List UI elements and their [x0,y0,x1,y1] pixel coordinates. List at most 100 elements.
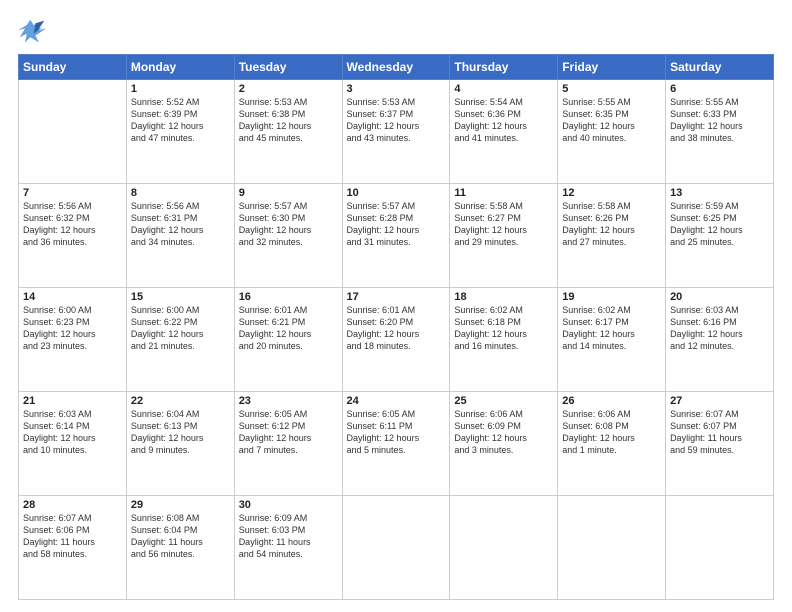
day-info: Sunrise: 5:53 AM Sunset: 6:37 PM Dayligh… [347,96,446,145]
day-cell: 7Sunrise: 5:56 AM Sunset: 6:32 PM Daylig… [19,184,127,288]
day-cell: 17Sunrise: 6:01 AM Sunset: 6:20 PM Dayli… [342,288,450,392]
day-info: Sunrise: 5:58 AM Sunset: 6:27 PM Dayligh… [454,200,553,249]
day-info: Sunrise: 6:07 AM Sunset: 6:06 PM Dayligh… [23,512,122,561]
day-cell: 23Sunrise: 6:05 AM Sunset: 6:12 PM Dayli… [234,392,342,496]
day-number: 13 [670,187,769,199]
day-number: 6 [670,83,769,95]
day-cell [450,496,558,600]
day-cell: 24Sunrise: 6:05 AM Sunset: 6:11 PM Dayli… [342,392,450,496]
day-cell: 14Sunrise: 6:00 AM Sunset: 6:23 PM Dayli… [19,288,127,392]
day-info: Sunrise: 5:53 AM Sunset: 6:38 PM Dayligh… [239,96,338,145]
day-cell: 18Sunrise: 6:02 AM Sunset: 6:18 PM Dayli… [450,288,558,392]
day-info: Sunrise: 6:06 AM Sunset: 6:08 PM Dayligh… [562,408,661,457]
day-number: 8 [131,187,230,199]
day-info: Sunrise: 5:59 AM Sunset: 6:25 PM Dayligh… [670,200,769,249]
day-cell: 20Sunrise: 6:03 AM Sunset: 6:16 PM Dayli… [666,288,774,392]
day-cell: 2Sunrise: 5:53 AM Sunset: 6:38 PM Daylig… [234,80,342,184]
day-info: Sunrise: 6:07 AM Sunset: 6:07 PM Dayligh… [670,408,769,457]
day-cell: 13Sunrise: 5:59 AM Sunset: 6:25 PM Dayli… [666,184,774,288]
day-cell: 1Sunrise: 5:52 AM Sunset: 6:39 PM Daylig… [126,80,234,184]
day-cell: 3Sunrise: 5:53 AM Sunset: 6:37 PM Daylig… [342,80,450,184]
day-info: Sunrise: 6:03 AM Sunset: 6:16 PM Dayligh… [670,304,769,353]
day-info: Sunrise: 6:05 AM Sunset: 6:12 PM Dayligh… [239,408,338,457]
day-info: Sunrise: 5:55 AM Sunset: 6:35 PM Dayligh… [562,96,661,145]
day-info: Sunrise: 6:08 AM Sunset: 6:04 PM Dayligh… [131,512,230,561]
weekday-monday: Monday [126,55,234,80]
weekday-header-row: SundayMondayTuesdayWednesdayThursdayFrid… [19,55,774,80]
day-number: 10 [347,187,446,199]
day-number: 17 [347,291,446,303]
weekday-tuesday: Tuesday [234,55,342,80]
day-number: 30 [239,499,338,511]
weekday-thursday: Thursday [450,55,558,80]
day-info: Sunrise: 6:02 AM Sunset: 6:18 PM Dayligh… [454,304,553,353]
day-number: 26 [562,395,661,407]
week-row-2: 7Sunrise: 5:56 AM Sunset: 6:32 PM Daylig… [19,184,774,288]
day-number: 28 [23,499,122,511]
logo-icon [18,18,46,46]
day-number: 5 [562,83,661,95]
day-cell: 19Sunrise: 6:02 AM Sunset: 6:17 PM Dayli… [558,288,666,392]
day-info: Sunrise: 6:09 AM Sunset: 6:03 PM Dayligh… [239,512,338,561]
week-row-1: 1Sunrise: 5:52 AM Sunset: 6:39 PM Daylig… [19,80,774,184]
day-number: 25 [454,395,553,407]
day-number: 21 [23,395,122,407]
day-info: Sunrise: 5:58 AM Sunset: 6:26 PM Dayligh… [562,200,661,249]
day-info: Sunrise: 6:03 AM Sunset: 6:14 PM Dayligh… [23,408,122,457]
day-cell: 9Sunrise: 5:57 AM Sunset: 6:30 PM Daylig… [234,184,342,288]
day-number: 16 [239,291,338,303]
day-info: Sunrise: 6:00 AM Sunset: 6:23 PM Dayligh… [23,304,122,353]
day-number: 7 [23,187,122,199]
weekday-saturday: Saturday [666,55,774,80]
day-cell: 29Sunrise: 6:08 AM Sunset: 6:04 PM Dayli… [126,496,234,600]
weekday-sunday: Sunday [19,55,127,80]
page-header [18,18,774,46]
day-number: 14 [23,291,122,303]
week-row-5: 28Sunrise: 6:07 AM Sunset: 6:06 PM Dayli… [19,496,774,600]
day-info: Sunrise: 5:55 AM Sunset: 6:33 PM Dayligh… [670,96,769,145]
day-cell [666,496,774,600]
day-number: 9 [239,187,338,199]
day-info: Sunrise: 5:54 AM Sunset: 6:36 PM Dayligh… [454,96,553,145]
day-info: Sunrise: 6:01 AM Sunset: 6:21 PM Dayligh… [239,304,338,353]
day-info: Sunrise: 6:02 AM Sunset: 6:17 PM Dayligh… [562,304,661,353]
day-info: Sunrise: 5:56 AM Sunset: 6:31 PM Dayligh… [131,200,230,249]
day-number: 2 [239,83,338,95]
calendar: SundayMondayTuesdayWednesdayThursdayFrid… [18,54,774,600]
day-info: Sunrise: 6:05 AM Sunset: 6:11 PM Dayligh… [347,408,446,457]
day-number: 19 [562,291,661,303]
day-info: Sunrise: 5:57 AM Sunset: 6:30 PM Dayligh… [239,200,338,249]
day-number: 15 [131,291,230,303]
day-number: 27 [670,395,769,407]
day-cell: 10Sunrise: 5:57 AM Sunset: 6:28 PM Dayli… [342,184,450,288]
day-cell [342,496,450,600]
day-cell: 4Sunrise: 5:54 AM Sunset: 6:36 PM Daylig… [450,80,558,184]
logo [18,18,50,46]
day-info: Sunrise: 6:00 AM Sunset: 6:22 PM Dayligh… [131,304,230,353]
day-info: Sunrise: 6:04 AM Sunset: 6:13 PM Dayligh… [131,408,230,457]
day-cell: 30Sunrise: 6:09 AM Sunset: 6:03 PM Dayli… [234,496,342,600]
day-number: 20 [670,291,769,303]
day-cell: 8Sunrise: 5:56 AM Sunset: 6:31 PM Daylig… [126,184,234,288]
week-row-3: 14Sunrise: 6:00 AM Sunset: 6:23 PM Dayli… [19,288,774,392]
day-number: 22 [131,395,230,407]
day-cell: 22Sunrise: 6:04 AM Sunset: 6:13 PM Dayli… [126,392,234,496]
day-cell: 21Sunrise: 6:03 AM Sunset: 6:14 PM Dayli… [19,392,127,496]
day-number: 11 [454,187,553,199]
day-cell: 6Sunrise: 5:55 AM Sunset: 6:33 PM Daylig… [666,80,774,184]
day-info: Sunrise: 6:06 AM Sunset: 6:09 PM Dayligh… [454,408,553,457]
day-cell: 15Sunrise: 6:00 AM Sunset: 6:22 PM Dayli… [126,288,234,392]
day-number: 4 [454,83,553,95]
day-info: Sunrise: 5:56 AM Sunset: 6:32 PM Dayligh… [23,200,122,249]
day-cell: 5Sunrise: 5:55 AM Sunset: 6:35 PM Daylig… [558,80,666,184]
day-cell [558,496,666,600]
day-cell: 28Sunrise: 6:07 AM Sunset: 6:06 PM Dayli… [19,496,127,600]
day-number: 18 [454,291,553,303]
day-cell: 25Sunrise: 6:06 AM Sunset: 6:09 PM Dayli… [450,392,558,496]
day-number: 24 [347,395,446,407]
day-info: Sunrise: 5:57 AM Sunset: 6:28 PM Dayligh… [347,200,446,249]
weekday-wednesday: Wednesday [342,55,450,80]
day-number: 29 [131,499,230,511]
day-number: 3 [347,83,446,95]
day-number: 1 [131,83,230,95]
